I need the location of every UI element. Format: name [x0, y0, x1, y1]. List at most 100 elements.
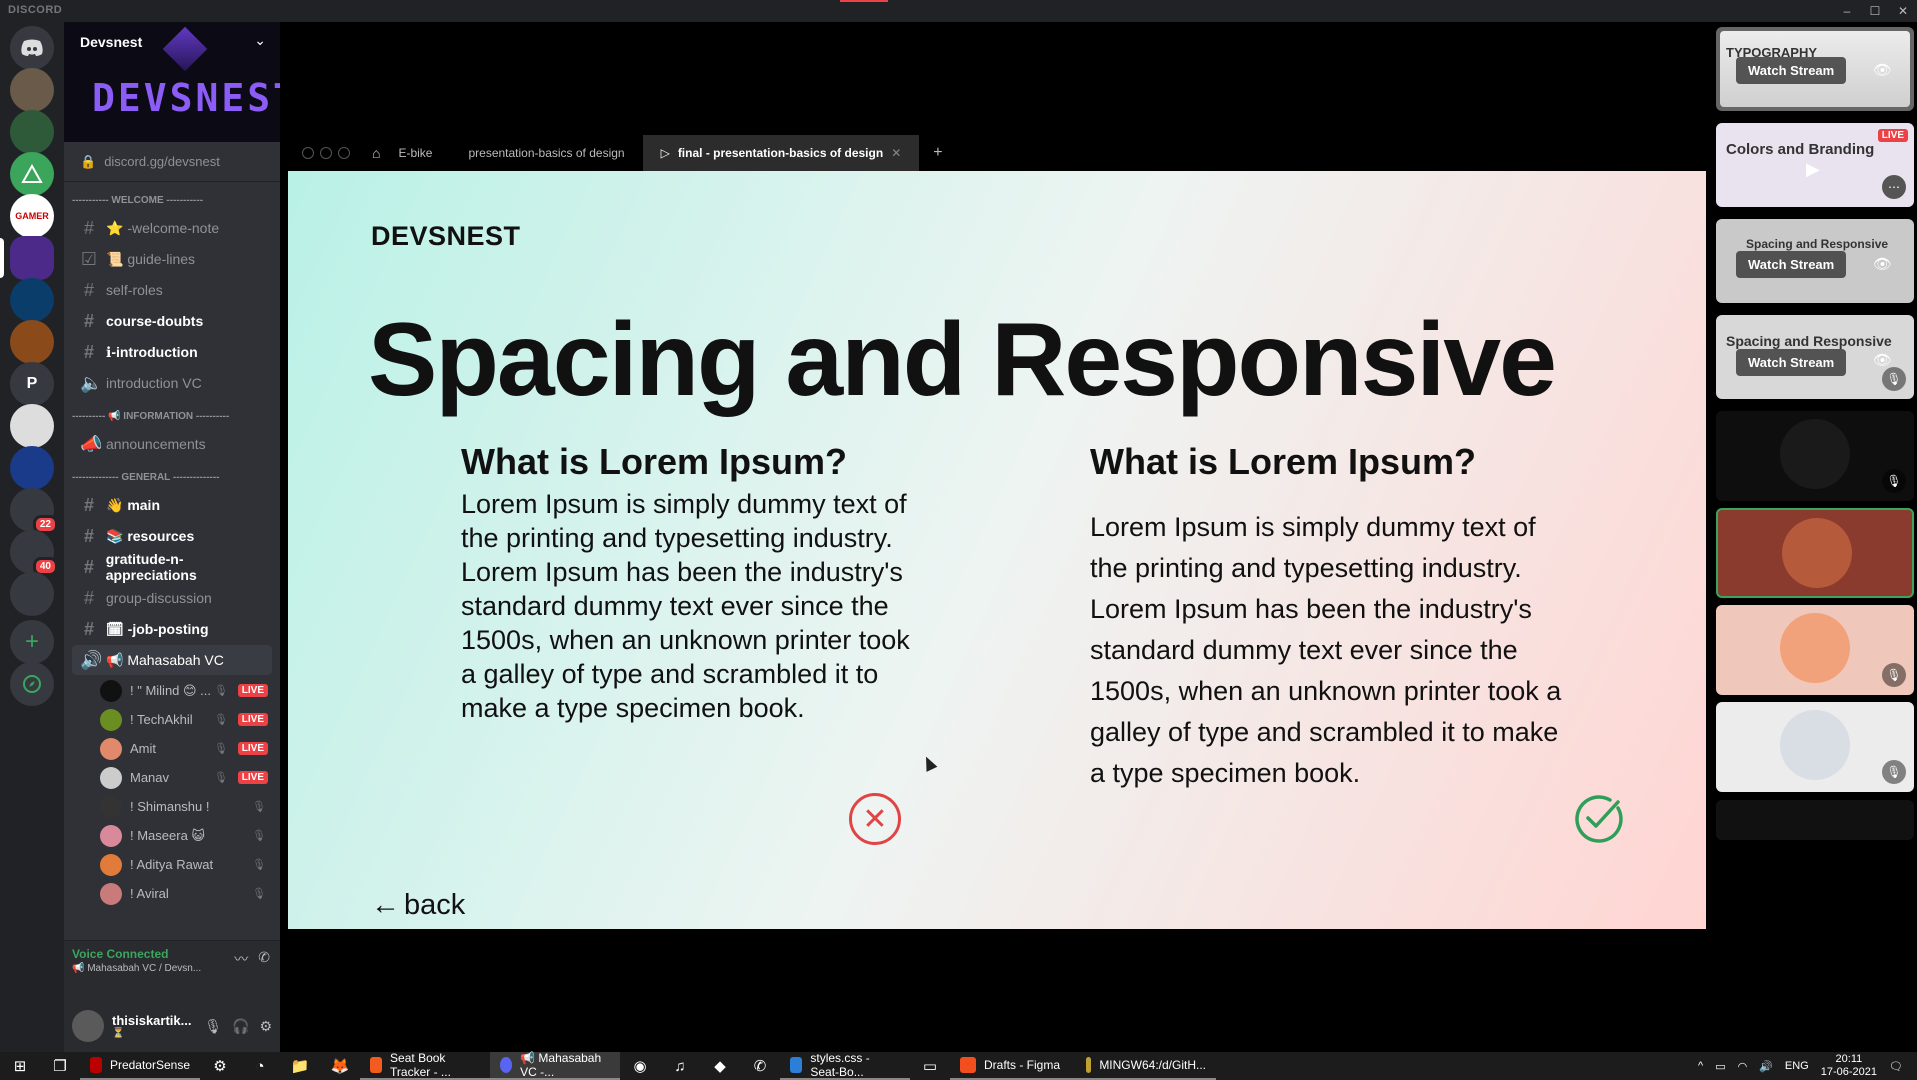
server-invite-link[interactable]: 🔒 discord.gg/devsnest	[64, 142, 280, 182]
server-icon-devsnest[interactable]	[10, 236, 54, 280]
server-folder-3[interactable]	[10, 572, 54, 616]
amazon-music-icon[interactable]: ♫	[660, 1052, 700, 1080]
more-options-icon[interactable]: ⋯	[1882, 175, 1906, 199]
minimize-button[interactable]: –	[1833, 0, 1861, 22]
disconnect-icon[interactable]: ✆	[258, 949, 270, 969]
close-button[interactable]: ✕	[1889, 0, 1917, 22]
terminal-icon[interactable]: ▭	[910, 1052, 950, 1080]
gear-icon[interactable]: ⚙	[259, 1018, 272, 1035]
server-folder-1[interactable]: 22	[10, 488, 58, 534]
firefox-icon[interactable]: 🦊	[320, 1052, 360, 1080]
channel-announcements[interactable]: 📣 announcements	[72, 429, 272, 459]
participant-tile-speaking[interactable]	[1716, 508, 1914, 598]
channel-group-discussion[interactable]: # group-discussion	[72, 583, 272, 613]
channel-self-roles[interactable]: # self-roles	[72, 275, 272, 305]
channel-main[interactable]: # 👋 main	[72, 490, 272, 520]
channel-job-posting[interactable]: # 🗓 -job-posting	[72, 614, 272, 644]
voice-user[interactable]: Manav 🎙 LIVE	[100, 763, 272, 792]
stream-view[interactable]: ⌂ E-bike presentation-basics of design ▷…	[280, 22, 1714, 1052]
channel-introduction[interactable]: # ℹ-introduction	[72, 337, 272, 367]
watch-stream-button[interactable]: Watch Stream	[1736, 251, 1847, 278]
file-explorer-icon[interactable]: 📁	[280, 1052, 320, 1080]
home-icon[interactable]: ⌂	[372, 145, 380, 161]
explore-servers-button[interactable]	[10, 662, 54, 706]
volume-icon[interactable]: 🔊	[1759, 1060, 1773, 1073]
channel-resources[interactable]: # 📚 resources	[72, 521, 272, 551]
server-icon-gamer[interactable]: GAMER	[10, 194, 54, 238]
voice-user[interactable]: ! " Milind 😊 ... 🎙 LIVE	[100, 676, 272, 705]
server-icon-p[interactable]: P	[10, 362, 54, 406]
server-icon-3[interactable]	[10, 152, 54, 196]
server-banner[interactable]: Devsnest DEVSNEST ⌄	[64, 22, 280, 142]
add-tab-button[interactable]: +	[933, 144, 942, 162]
channel-welcome-note[interactable]: # ⭐ -welcome-note	[72, 213, 272, 243]
back-link[interactable]: ← back	[371, 889, 465, 922]
tab-final-presentation[interactable]: ▷ final - presentation-basics of design …	[642, 135, 920, 171]
category-welcome[interactable]: ----------- WELCOME -----------	[64, 188, 280, 212]
channel-guide-lines[interactable]: ☑ 📜 guide-lines	[72, 244, 272, 274]
taskbar-app-mingw[interactable]: MINGW64:/d/GitH...	[1076, 1052, 1216, 1080]
chevron-up-icon[interactable]: ^	[1698, 1060, 1703, 1072]
task-view-icon[interactable]: ❐	[40, 1052, 80, 1080]
server-icon-9[interactable]	[10, 446, 54, 490]
taskbar-app-discord[interactable]: 📢 Mahasabah VC -...	[490, 1051, 620, 1080]
stream-tile-spacing-1[interactable]: Spacing and Responsive Watch Stream 👁	[1716, 219, 1914, 303]
participant-tile-4[interactable]: 🎙	[1716, 702, 1914, 792]
taskbar-clock[interactable]: 20:11 17-06-2021	[1821, 1053, 1877, 1079]
voice-user[interactable]: ! TechAkhil 🎙 LIVE	[100, 705, 272, 734]
server-icon-2[interactable]	[10, 110, 54, 154]
settings-icon[interactable]: ⚙	[200, 1052, 240, 1080]
close-tab-icon[interactable]: ✕	[891, 146, 901, 160]
taskbar-app-predatorsense[interactable]: PredatorSense	[80, 1052, 200, 1080]
dm-avatar-1[interactable]	[10, 68, 54, 112]
participant-tile-3[interactable]: 🎙	[1716, 605, 1914, 695]
channel-mahasabah-vc[interactable]: 🔊 📢 Mahasabah VC	[72, 645, 272, 675]
maximize-button[interactable]: ☐	[1861, 0, 1889, 22]
watch-stream-button[interactable]: Watch Stream	[1736, 57, 1847, 84]
stream-tile-colors[interactable]: Colors and Branding LIVE ▶ ⋯	[1716, 123, 1914, 207]
eye-icon[interactable]: 👁	[1873, 61, 1892, 79]
eye-icon[interactable]: 👁	[1873, 255, 1892, 273]
add-server-button[interactable]: +	[10, 620, 54, 664]
channel-course-doubts[interactable]: # course-doubts	[72, 306, 272, 336]
home-button[interactable]	[10, 26, 54, 70]
chevron-down-icon[interactable]: ⌄	[254, 32, 266, 49]
tab-ebike[interactable]: E-bike	[380, 135, 450, 171]
voice-user[interactable]: ! Maseera 😺 🎙	[100, 821, 272, 850]
clock-app-icon[interactable]: ◔	[240, 1052, 280, 1080]
windows-start-icon[interactable]: ⊞	[0, 1052, 40, 1080]
server-icon-6[interactable]	[10, 320, 54, 364]
taskbar-app-brave[interactable]: Seat Book Tracker - ...	[360, 1051, 490, 1080]
category-information[interactable]: ---------- 📢 INFORMATION ----------	[64, 404, 280, 428]
tab-presentation-basics[interactable]: presentation-basics of design	[450, 135, 642, 171]
whatsapp-icon[interactable]: ✆	[740, 1052, 780, 1080]
git-icon[interactable]: ◆	[700, 1052, 740, 1080]
participant-tile-5[interactable]	[1716, 800, 1914, 840]
battery-icon[interactable]: ▭	[1715, 1060, 1725, 1073]
voice-user[interactable]: Amit 🎙 LIVE	[100, 734, 272, 763]
voice-user[interactable]: ! Aviral 🎙	[100, 879, 272, 908]
category-general[interactable]: -------------- GENERAL --------------	[64, 465, 280, 489]
stream-tile-spacing-2[interactable]: Spacing and Responsive Watch Stream 👁 🎙	[1716, 315, 1914, 399]
eye-icon[interactable]: 👁	[1873, 351, 1892, 369]
avatar[interactable]	[72, 1010, 104, 1042]
taskbar-app-vscode[interactable]: styles.css - Seat-Bo...	[780, 1051, 910, 1080]
language-indicator[interactable]: ENG	[1785, 1060, 1809, 1072]
channel-introduction-vc[interactable]: 🔈 introduction VC	[72, 368, 272, 398]
voice-user[interactable]: ! Aditya Rawat 🎙	[100, 850, 272, 879]
github-icon[interactable]: ◉	[620, 1052, 660, 1080]
channel-gratitude[interactable]: # gratitude-n-appreciations	[72, 551, 272, 583]
watch-stream-button[interactable]: Watch Stream	[1736, 349, 1847, 376]
mute-icon[interactable]: 🎙	[204, 1018, 222, 1035]
notifications-icon[interactable]: 🗨	[1889, 1060, 1903, 1073]
headphones-icon[interactable]: 🎧	[232, 1018, 249, 1035]
noise-suppression-icon[interactable]: 〰	[234, 949, 248, 969]
participant-tile-1[interactable]: 🎙	[1716, 411, 1914, 501]
server-folder-2[interactable]: 40	[10, 530, 58, 576]
server-icon-5[interactable]	[10, 278, 54, 322]
wifi-icon[interactable]: ◠	[1738, 1060, 1748, 1073]
server-icon-8[interactable]	[10, 404, 54, 448]
taskbar-app-figma[interactable]: Drafts - Figma	[950, 1052, 1076, 1080]
stream-tile-typography[interactable]: TYPOGRAPHY Watch Stream 👁	[1716, 27, 1914, 111]
voice-user[interactable]: ! Shimanshu ! 🎙	[100, 792, 272, 821]
